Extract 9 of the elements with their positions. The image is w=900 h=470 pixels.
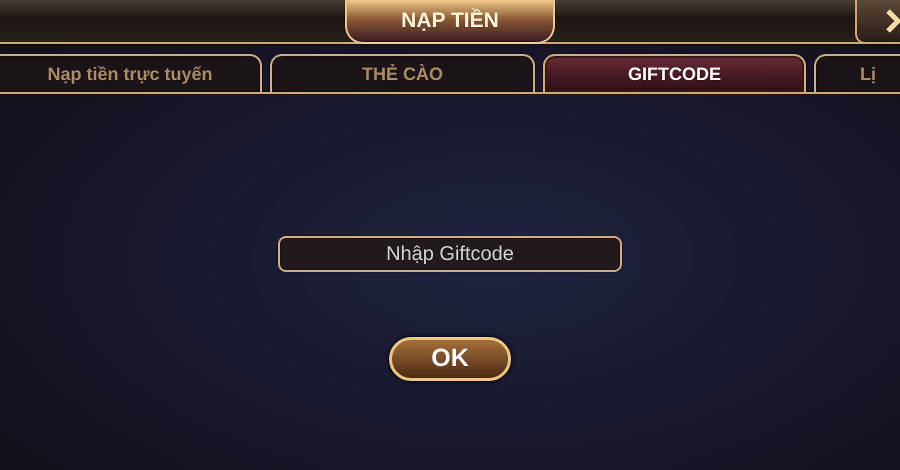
- tab[interactable]: GIFTCODE: [543, 54, 806, 92]
- close-button[interactable]: [855, 0, 900, 44]
- tab[interactable]: THẺ CÀO: [270, 54, 535, 92]
- tab[interactable]: Lị: [814, 54, 900, 92]
- close-icon: [886, 9, 900, 33]
- window-title: NẠP TIỀN: [345, 0, 555, 44]
- giftcode-field[interactable]: Nhập Giftcode: [278, 236, 622, 272]
- ok-button[interactable]: OK: [389, 337, 511, 381]
- tab[interactable]: Nạp tiền trực tuyến: [0, 54, 262, 92]
